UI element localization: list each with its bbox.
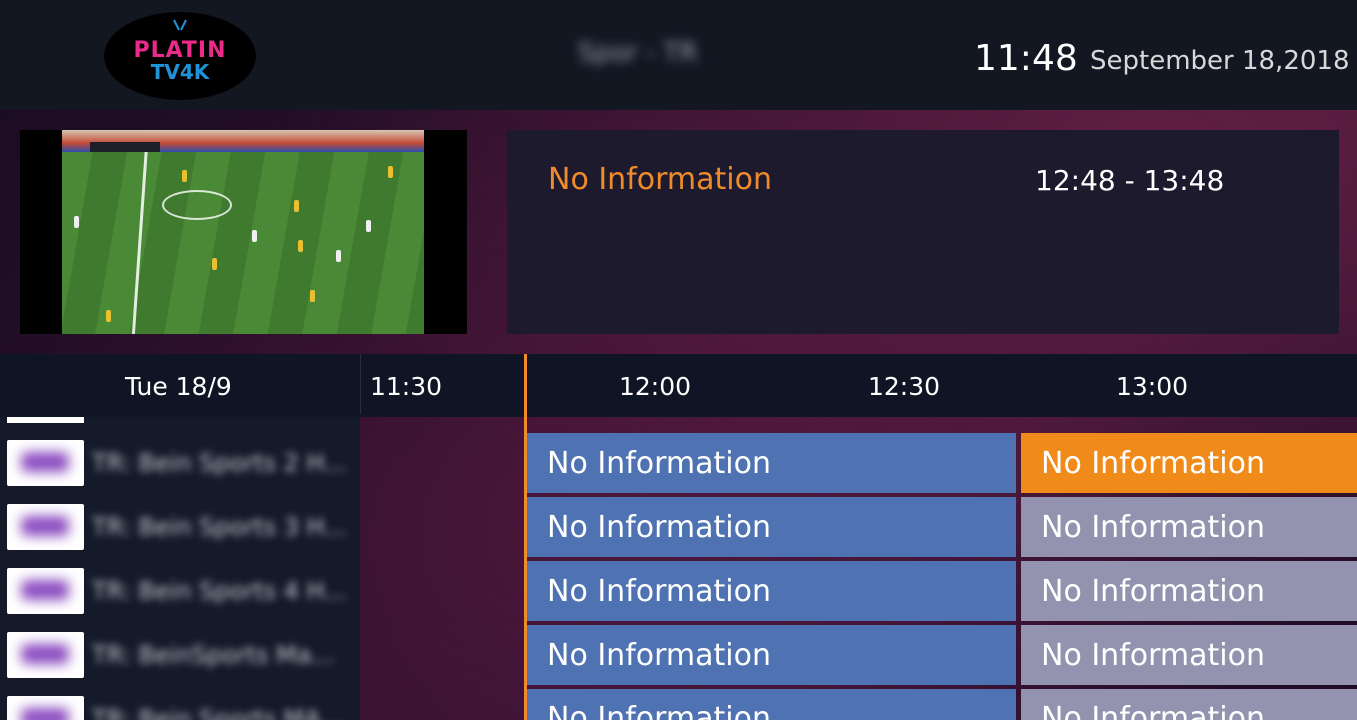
timeline-slot: 11:30 (370, 372, 443, 401)
channel-row[interactable]: TR: BeinSports Ma... (0, 625, 360, 689)
channel-name: TR: Bein Sports 2 H... (92, 449, 348, 477)
channel-logo (7, 696, 84, 720)
program-time-range: 12:48 - 13:48 (1035, 164, 1225, 197)
program-cell[interactable]: No Information (1021, 497, 1357, 557)
program-cell[interactable]: No Information (1021, 689, 1357, 720)
channel-name: TR: BeinSports Ma... (92, 641, 335, 669)
channel-name: TR: Bein Sports 3 H... (92, 513, 348, 541)
header-bar: PLATIN TV4K Spor - TR 11:48 September 18… (0, 0, 1357, 110)
clock: 11:48 (974, 38, 1078, 79)
program-cell[interactable]: No Information (527, 689, 1016, 720)
timeline-slot: 12:00 (619, 372, 692, 401)
current-time-indicator (524, 354, 527, 720)
channel-logo (7, 504, 84, 550)
channel-row[interactable]: TR: Bein Sports 3 H... (0, 497, 360, 561)
channel-logo (7, 440, 84, 486)
timeline-slot: 13:00 (1116, 372, 1189, 401)
timeline-date: Tue 18/9 (125, 372, 232, 401)
timeline-slot: 12:30 (868, 372, 941, 401)
program-cell[interactable]: No Information (1021, 561, 1357, 621)
program-info-panel: No Information 12:48 - 13:48 (507, 130, 1339, 334)
video-preview[interactable] (20, 130, 467, 334)
antenna-icon (173, 19, 187, 31)
football-match-thumbnail (62, 130, 424, 334)
channel-row[interactable]: TR: Bein Sports 2 H... (0, 433, 360, 497)
logo-text-tv4k: TV4K (150, 60, 210, 84)
program-cell[interactable]: No Information (1021, 625, 1357, 685)
program-cell[interactable]: No Information (527, 433, 1016, 493)
platin-tv4k-logo: PLATIN TV4K (104, 12, 256, 100)
channel-logo (7, 568, 84, 614)
logo-text-platin: PLATIN (133, 38, 227, 63)
program-cell[interactable]: No Information (527, 497, 1016, 557)
channel-row[interactable]: TR: Bein Sports MA... (0, 689, 360, 720)
channel-name: TR: Bein Sports 4 H... (92, 577, 348, 605)
timeline-header: Tue 18/9 11:30 12:00 12:30 13:00 (0, 354, 1357, 416)
program-cell-selected[interactable]: No Information (1021, 433, 1357, 493)
current-date: September 18,2018 (1090, 46, 1350, 76)
channel-name: TR: Bein Sports MA... (92, 705, 344, 720)
program-cell[interactable]: No Information (527, 561, 1016, 621)
program-title: No Information (548, 162, 772, 197)
channel-list: TR: Bein Sports 2 H... TR: Bein Sports 3… (0, 417, 360, 720)
program-cell[interactable]: No Information (527, 625, 1016, 685)
channel-group-title: Spor - TR (578, 38, 698, 68)
channel-row[interactable]: TR: Bein Sports 4 H... (0, 561, 360, 625)
channel-logo (7, 632, 84, 678)
